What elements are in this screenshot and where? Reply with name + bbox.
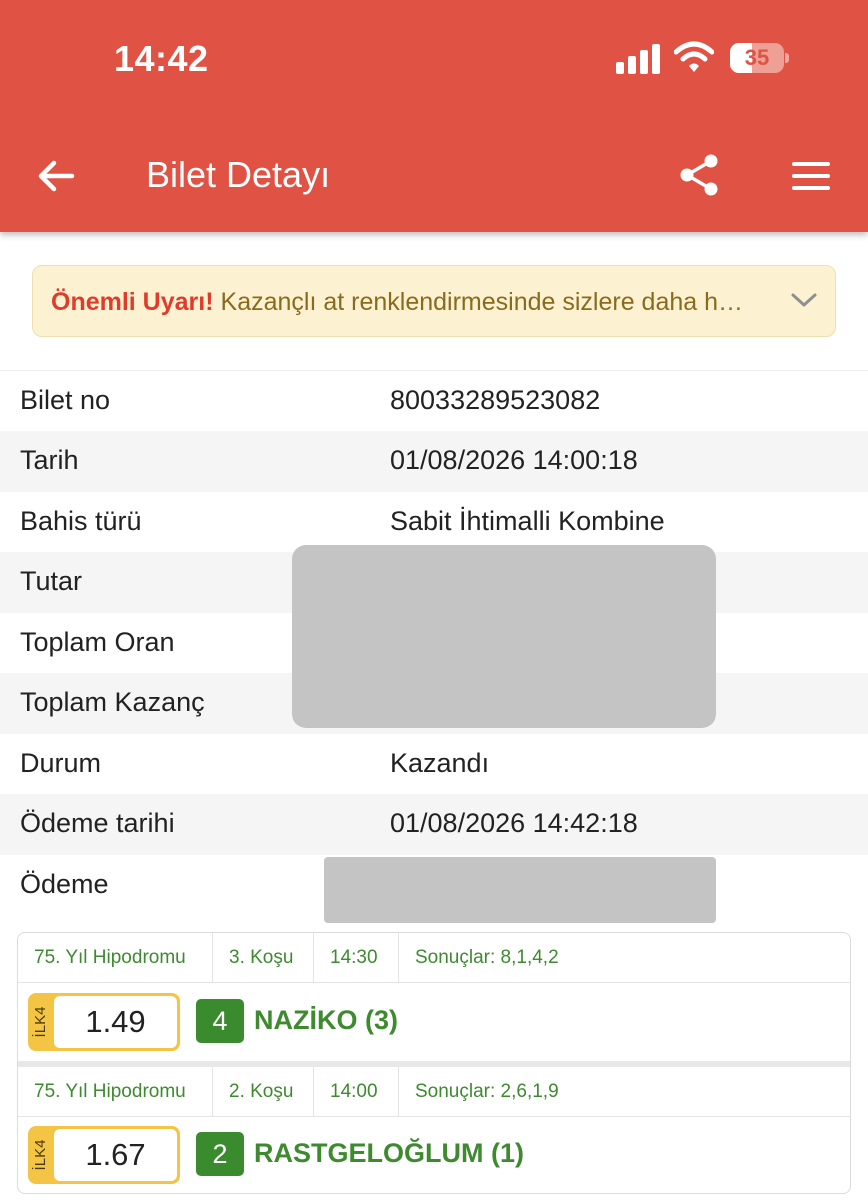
info-label: Tutar	[20, 566, 83, 596]
race-number: 2. Koşu	[213, 1067, 314, 1117]
bet-type-tag-text: İLK4	[32, 1139, 49, 1171]
info-label: Toplam Kazanç	[20, 687, 205, 717]
odds-box: İLK4 1.67	[28, 1126, 180, 1184]
bet-legs-card: 75. Yıl Hipodromu 3. Koşu 14:30 Sonuçlar…	[17, 932, 851, 1194]
info-label: Ödeme	[20, 869, 109, 899]
race-number: 3. Koşu	[213, 933, 314, 983]
bet-type-tag: İLK4	[29, 1126, 53, 1184]
warning-title: Önemli Uyarı!	[51, 288, 214, 316]
info-label: Durum	[20, 748, 102, 778]
info-label: Bilet no	[20, 385, 111, 415]
arrow-left-icon[interactable]	[32, 152, 80, 200]
race-results: Sonuçlar: 8,1,4,2	[415, 947, 559, 968]
redacted-block	[324, 857, 716, 923]
bet-type-tag-text: İLK4	[32, 1006, 49, 1038]
race-results: Sonuçlar: 2,6,1,9	[415, 1081, 559, 1102]
hamburger-menu-icon[interactable]	[790, 156, 834, 196]
redacted-block	[292, 545, 716, 728]
odds-value: 1.49	[54, 996, 177, 1048]
info-value: Sabit İhtimalli Kombine	[390, 506, 665, 536]
info-row-payment-date: Ödeme tarihi 01/08/2026 14:42:18	[0, 794, 868, 855]
info-row-ticket-no: Bilet no 80033289523082	[0, 371, 868, 432]
horse-number-badge: 4	[196, 999, 244, 1043]
race-header: 75. Yıl Hipodromu 2. Koşu 14:00 Sonuçlar…	[18, 1067, 850, 1117]
bet-selection-row[interactable]: İLK4 1.67 2 RASTGELOĞLUM (1)	[18, 1116, 850, 1193]
bet-type-tag: İLK4	[29, 993, 53, 1051]
horse-name: NAZİKO (3)	[254, 1005, 398, 1035]
info-value: 01/08/2026 14:42:18	[390, 808, 638, 838]
odds-box: İLK4 1.49	[28, 993, 180, 1051]
status-time: 14:42	[114, 38, 209, 79]
warning-text: Önemli Uyarı! Kazançlı at renklendirmesi…	[51, 288, 743, 317]
app-bar: 14:42 35 Bilet Detayı	[0, 0, 868, 232]
horse-name: RASTGELOĞLUM (1)	[254, 1138, 524, 1168]
odds-value: 1.67	[54, 1129, 177, 1181]
info-value: 01/08/2026 14:00:18	[390, 445, 638, 475]
chevron-down-icon[interactable]	[789, 288, 819, 312]
cellular-signal-icon	[616, 44, 662, 74]
info-row-date: Tarih 01/08/2026 14:00:18	[0, 431, 868, 492]
bet-selection-row[interactable]: İLK4 1.49 4 NAZİKO (3)	[18, 983, 850, 1061]
warning-message: Kazançlı at renklendirmesinde sizlere da…	[220, 288, 744, 316]
horse-number-badge: 2	[196, 1132, 244, 1176]
race-track: 75. Yıl Hipodromu	[18, 933, 213, 983]
page-title: Bilet Detayı	[146, 154, 331, 195]
info-label: Ödeme tarihi	[20, 808, 175, 838]
warning-banner[interactable]: Önemli Uyarı! Kazançlı at renklendirmesi…	[32, 265, 836, 337]
info-value: Kazandı	[390, 748, 490, 778]
info-label: Bahis türü	[20, 506, 142, 536]
battery-icon: 35	[730, 43, 789, 73]
info-row-status: Durum Kazandı	[0, 734, 868, 795]
race-time: 14:30	[314, 933, 399, 983]
race-time: 14:00	[314, 1067, 399, 1117]
info-label: Toplam Oran	[20, 627, 175, 657]
race-header: 75. Yıl Hipodromu 3. Koşu 14:30 Sonuçlar…	[18, 933, 850, 983]
wifi-icon	[674, 41, 714, 72]
share-icon[interactable]	[676, 152, 722, 198]
race-track: 75. Yıl Hipodromu	[18, 1067, 213, 1117]
info-row-bet-type: Bahis türü Sabit İhtimalli Kombine	[0, 492, 868, 553]
info-label: Tarih	[20, 445, 79, 475]
info-value: 80033289523082	[390, 385, 601, 415]
battery-percentage: 35	[744, 45, 770, 70]
